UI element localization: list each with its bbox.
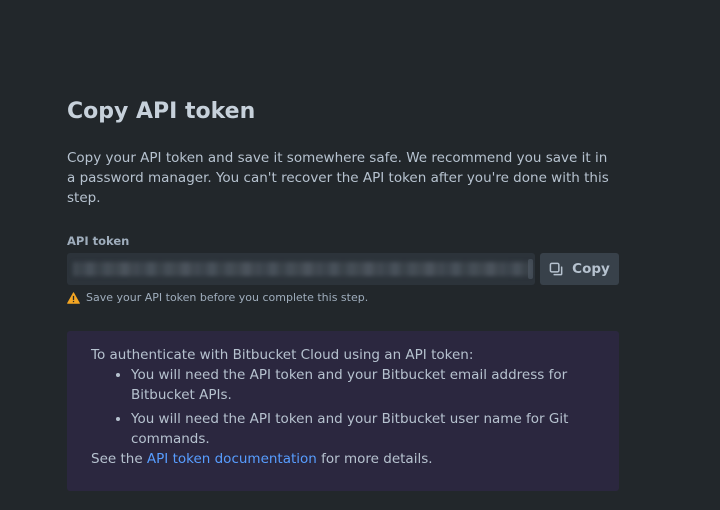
see-prefix: See the [91, 451, 147, 467]
warning-icon [67, 292, 80, 304]
info-box: To authenticate with Bitbucket Cloud usi… [67, 331, 619, 491]
page-description: Copy your API token and save it somewher… [67, 150, 609, 206]
copy-token-panel: Copy API token Copy your API token and s… [67, 96, 619, 491]
copy-button[interactable]: Copy [540, 253, 619, 285]
save-token-warning: Save your API token before you complete … [67, 291, 619, 305]
info-list: You will need the API token and your Bit… [91, 365, 595, 449]
page: Copy API token Copy your API token and s… [0, 0, 720, 510]
info-see-docs: See the API token documentation for more… [91, 449, 595, 469]
token-row: Copy [67, 253, 619, 285]
api-token-documentation-link[interactable]: API token documentation [147, 451, 317, 467]
copy-button-label: Copy [572, 261, 610, 277]
see-suffix: for more details. [316, 451, 433, 467]
api-token-value-redacted [73, 262, 531, 276]
api-token-label: API token [67, 234, 130, 248]
api-token-field[interactable] [67, 253, 535, 285]
warning-text: Save your API token before you complete … [86, 291, 369, 304]
api-token-field-scrollbar[interactable] [528, 259, 533, 279]
info-list-item: You will need the API token and your Bit… [131, 409, 595, 449]
copy-icon [549, 262, 564, 277]
info-list-item: You will need the API token and your Bit… [131, 365, 595, 405]
info-intro: To authenticate with Bitbucket Cloud usi… [91, 347, 474, 363]
page-title: Copy API token [67, 99, 256, 124]
